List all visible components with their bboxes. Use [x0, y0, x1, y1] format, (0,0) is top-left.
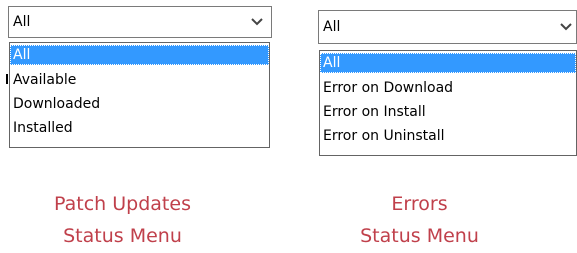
list-edge-artifact [6, 74, 8, 84]
patch-updates-options-list[interactable]: All Available Downloaded Installed [9, 42, 270, 148]
patch-updates-status-select[interactable]: All [8, 6, 272, 38]
errors-option-error-on-uninstall[interactable]: Error on Uninstall [320, 126, 576, 146]
errors-caption-line2: Status Menu [360, 225, 479, 247]
patch-updates-caption-line2: Status Menu [63, 225, 182, 247]
errors-option-all[interactable]: All [320, 53, 576, 73]
chevron-down-icon[interactable] [558, 21, 574, 33]
patch-updates-option-downloaded[interactable]: Downloaded [10, 94, 269, 114]
patch-updates-caption-line1: Patch Updates [54, 193, 191, 215]
errors-caption: Errors Status Menu [312, 188, 527, 252]
patch-updates-option-available[interactable]: Available [10, 70, 269, 90]
errors-caption-line1: Errors [391, 193, 448, 215]
patch-updates-selected-value: All [13, 14, 31, 30]
patch-updates-option-installed[interactable]: Installed [10, 118, 269, 138]
errors-selected-value: All [323, 19, 341, 35]
patch-updates-caption: Patch Updates Status Menu [0, 188, 245, 252]
errors-option-error-on-install[interactable]: Error on Install [320, 102, 576, 122]
errors-status-select[interactable]: All [318, 10, 577, 44]
canvas: All All Available Downloaded Installed A… [0, 0, 577, 253]
chevron-down-icon[interactable] [249, 16, 265, 28]
errors-option-error-on-download[interactable]: Error on Download [320, 78, 576, 98]
patch-updates-option-all[interactable]: All [10, 45, 269, 65]
errors-options-list[interactable]: All Error on Download Error on Install E… [319, 50, 577, 156]
